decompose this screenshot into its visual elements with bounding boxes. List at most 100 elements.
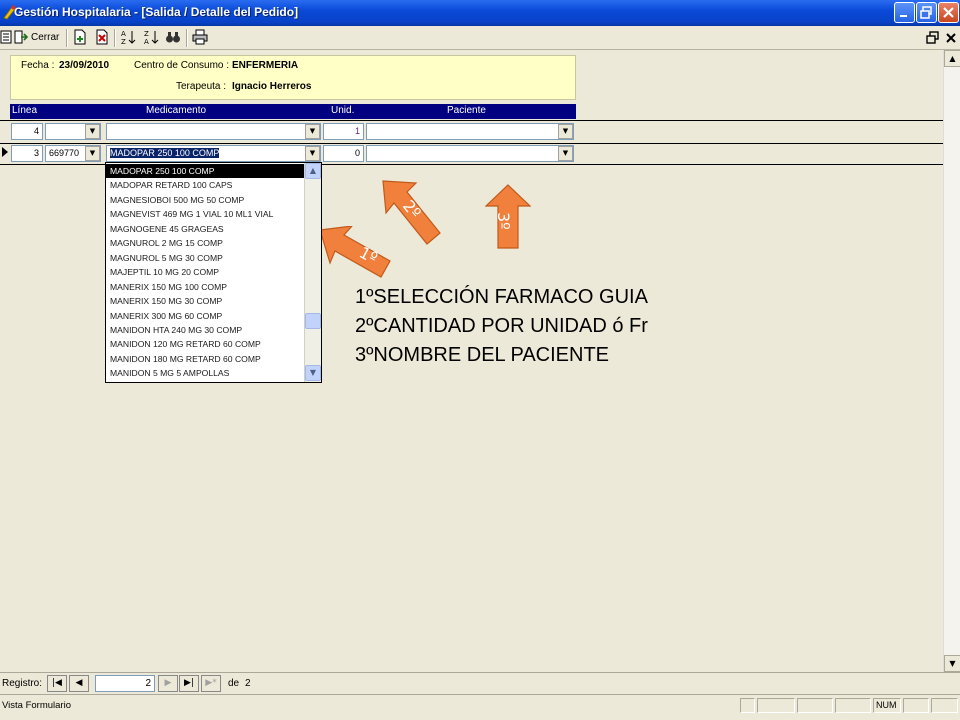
terapeuta-label: Terapeuta : xyxy=(176,81,227,92)
record-number-input[interactable]: 2 xyxy=(95,675,155,692)
row-divider xyxy=(0,143,943,144)
find-icon[interactable] xyxy=(165,29,181,45)
column-medicamento: Medicamento xyxy=(146,105,207,116)
svg-text:A: A xyxy=(121,30,126,38)
previous-record-icon[interactable]: ◀ xyxy=(69,675,89,692)
row-divider xyxy=(0,120,943,121)
column-linea: Línea xyxy=(12,105,38,116)
terapeuta-value: Ignacio Herreros xyxy=(232,81,312,92)
status-panel xyxy=(931,698,958,713)
svg-text:Z: Z xyxy=(121,38,126,45)
dropdown-option[interactable]: MANIDON 180 MG RETARD 60 COMP xyxy=(106,352,304,366)
paciente-combo[interactable] xyxy=(366,123,574,140)
close-button[interactable]: Cerrar xyxy=(31,29,59,47)
status-panel xyxy=(757,698,795,713)
new-record-icon[interactable]: ▶* xyxy=(201,675,221,692)
paciente-combo[interactable] xyxy=(366,145,574,162)
num-lock-indicator: NUM xyxy=(873,698,901,713)
close-form-icon[interactable] xyxy=(13,29,29,45)
grid-header: Línea Medicamento Unid. Paciente xyxy=(10,104,576,119)
add-record-icon[interactable] xyxy=(72,29,88,45)
dropdown-option[interactable]: MAGNEVIST 469 MG 1 VIAL 10 ML1 VIAL xyxy=(106,207,304,221)
unid-field[interactable]: 0 xyxy=(323,145,364,162)
dropdown-option[interactable]: MAGNUROL 5 MG 30 COMP xyxy=(106,251,304,265)
registro-label: Registro: xyxy=(2,678,43,689)
centro-value: ENFERMERIA xyxy=(232,60,299,71)
close-child-window-icon[interactable] xyxy=(944,31,958,45)
fecha-value: 23/09/2010 xyxy=(59,60,110,71)
first-record-icon[interactable]: |◀ xyxy=(47,675,67,692)
dropdown-option[interactable]: MADOPAR 250 100 COMP xyxy=(106,164,304,178)
sort-ascending-icon[interactable]: AZ xyxy=(120,29,136,45)
chevron-down-icon[interactable]: ▼ xyxy=(558,146,573,161)
medicamento-dropdown-list[interactable]: MADOPAR 250 100 COMP MADOPAR RETARD 100 C… xyxy=(105,162,322,383)
dropdown-option[interactable]: MAGNOGENE 45 GRAGEAS xyxy=(106,222,304,236)
dropdown-option[interactable]: MANIDON 5 MG 5 AMPOLLAS xyxy=(106,366,304,380)
sort-descending-icon[interactable]: ZA xyxy=(143,29,159,45)
scroll-down-icon[interactable]: ▼ xyxy=(944,655,960,672)
form-view-icon[interactable] xyxy=(0,29,14,45)
dropdown-scrollbar[interactable]: ▲ ▼ xyxy=(304,163,321,382)
of-label: de xyxy=(228,678,240,689)
dropdown-option[interactable]: MADOPAR RETARD 100 CAPS xyxy=(106,178,304,192)
svg-text:Z: Z xyxy=(144,30,149,38)
toolbar-separator xyxy=(114,29,116,47)
dropdown-option[interactable]: MAGNESIOBOI 500 MG 50 COMP xyxy=(106,193,304,207)
delete-record-icon[interactable] xyxy=(94,29,110,45)
toolbar: Cerrar AZ ZA xyxy=(0,26,960,50)
medicamento-combo[interactable] xyxy=(106,123,321,140)
current-record-pointer-icon xyxy=(2,147,8,157)
scroll-up-icon[interactable]: ▲ xyxy=(305,163,321,179)
arrow-3-icon: 3º xyxy=(485,184,531,249)
next-record-icon[interactable]: ▶ xyxy=(158,675,178,692)
arrow-2-icon: 2º xyxy=(382,180,441,245)
instruction-2: 2ºCANTIDAD POR UNIDAD ó Fr xyxy=(355,315,648,337)
unid-field[interactable]: 1 xyxy=(323,123,364,140)
title-bar[interactable]: Gestión Hospitalaria - [Salida / Detalle… xyxy=(0,0,960,26)
scroll-down-icon[interactable]: ▼ xyxy=(305,365,321,381)
minimize-icon[interactable] xyxy=(894,2,915,23)
dropdown-option[interactable]: MAGNUROL 2 MG 15 COMP xyxy=(106,236,304,250)
svg-text:A: A xyxy=(144,38,149,45)
medicamento-combo[interactable]: MADOPAR 250 100 COMP xyxy=(106,145,321,162)
toolbar-separator xyxy=(186,29,188,47)
centro-label: Centro de Consumo : xyxy=(134,60,230,71)
maximize-icon[interactable] xyxy=(916,2,937,23)
linea-field[interactable]: 4 xyxy=(11,123,43,140)
instruction-3: 3ºNOMBRE DEL PACIENTE xyxy=(355,344,610,366)
chevron-down-icon[interactable]: ▼ xyxy=(558,124,573,139)
dropdown-option[interactable]: MANERIX 150 MG 100 COMP xyxy=(106,280,304,294)
column-paciente: Paciente xyxy=(447,105,486,116)
form-vertical-scrollbar[interactable]: ▲ ▼ xyxy=(943,50,960,672)
chevron-down-icon[interactable]: ▼ xyxy=(305,124,320,139)
chevron-down-icon[interactable]: ▼ xyxy=(85,124,100,139)
last-record-icon[interactable]: ▶| xyxy=(179,675,199,692)
dropdown-option[interactable]: MANERIX 300 MG 60 COMP xyxy=(106,309,304,323)
restore-window-icon[interactable] xyxy=(926,31,940,45)
scroll-up-icon[interactable]: ▲ xyxy=(944,50,960,67)
medicamento-selected-text: MADOPAR 250 100 COMP xyxy=(110,148,220,158)
order-header: Fecha : 23/09/2010 Centro de Consumo : E… xyxy=(10,55,576,100)
scroll-thumb[interactable] xyxy=(305,313,321,329)
linea-field[interactable]: 3 xyxy=(11,145,43,162)
chevron-down-icon[interactable]: ▼ xyxy=(85,146,100,161)
status-panel xyxy=(797,698,833,713)
status-panel xyxy=(740,698,755,713)
instruction-1: 1ºSELECCIÓN FARMACO GUIA xyxy=(355,286,648,308)
dropdown-option[interactable]: MANERIX 150 MG 30 COMP xyxy=(106,294,304,308)
arrow-3-label: 3º xyxy=(494,212,513,230)
record-navigator: Registro: |◀ ◀ 2 ▶ ▶| ▶* de 2 xyxy=(0,672,960,694)
status-bar: Vista Formulario NUM xyxy=(0,694,960,720)
chevron-down-icon[interactable]: ▼ xyxy=(305,146,320,161)
dropdown-option[interactable]: MANIDON 120 MG RETARD 60 COMP xyxy=(106,337,304,351)
total-records: 2 xyxy=(245,678,251,689)
window-title: Gestión Hospitalaria - [Salida / Detalle… xyxy=(14,5,299,19)
toolbar-separator xyxy=(66,29,68,47)
print-icon[interactable] xyxy=(192,29,208,45)
close-icon[interactable] xyxy=(938,2,959,23)
dropdown-option[interactable]: MAJEPTIL 10 MG 20 COMP xyxy=(106,265,304,279)
fecha-label: Fecha : xyxy=(21,60,55,71)
status-text: Vista Formulario xyxy=(2,700,71,711)
dropdown-option[interactable]: MANIDON HTA 240 MG 30 COMP xyxy=(106,323,304,337)
app-window: Gestión Hospitalaria - [Salida / Detalle… xyxy=(0,0,960,720)
